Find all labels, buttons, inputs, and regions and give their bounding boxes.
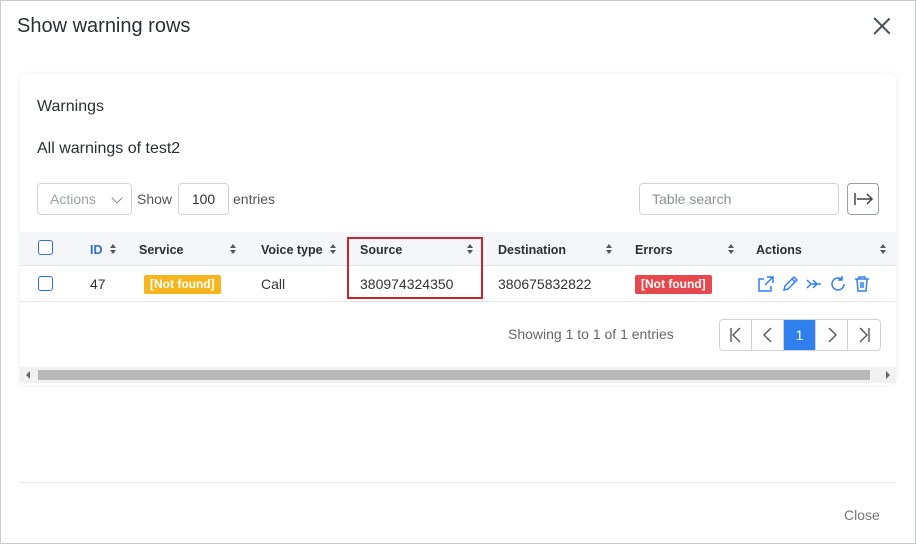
next-page-button[interactable] [816,320,848,350]
horizontal-scrollbar[interactable] [20,367,896,383]
column-header-voice-type[interactable]: Voice type [261,243,323,257]
sort-icon[interactable] [110,244,117,255]
errors-not-found-badge: [Not found] [635,275,712,294]
cell-voice-type: Call [261,276,286,292]
actions-dropdown[interactable]: Actions [37,183,132,215]
warning-rows-modal: Show warning rows Warnings All warnings … [0,0,916,544]
column-header-service[interactable]: Service [139,243,183,257]
card-title: Warnings [37,98,104,115]
show-label: Show [137,191,173,207]
chevron-right-icon [828,327,837,343]
sort-icon[interactable] [728,244,735,255]
merge-arrows-icon[interactable] [805,275,823,293]
close-icon[interactable] [871,15,893,37]
scrollbar-thumb[interactable] [38,370,870,380]
footer-divider [20,482,896,483]
table-search-input[interactable]: Table search [639,183,839,215]
sort-icon[interactable] [230,244,237,255]
modal-title: Show warning rows [17,15,191,37]
showing-entries-text: Showing 1 to 1 of 1 entries [508,326,674,342]
entries-label: entries [233,191,276,207]
card-subtitle: All warnings of test2 [37,140,181,157]
column-header-errors[interactable]: Errors [635,243,673,257]
pencil-icon[interactable] [781,275,799,293]
page-button-current[interactable]: 1 [784,320,816,350]
external-link-icon[interactable] [757,275,775,293]
warnings-card: Warnings All warnings of test2 Actions S… [20,74,896,385]
column-header-destination[interactable]: Destination [498,243,566,257]
first-page-icon [730,327,741,343]
source-column-highlight [347,237,483,299]
chevron-left-icon [763,327,772,343]
entries-per-page-input[interactable]: 100 [178,183,229,215]
export-button[interactable] [847,183,879,215]
close-button[interactable]: Close [844,507,880,523]
refresh-icon[interactable] [829,275,847,293]
sort-icon[interactable] [606,244,613,255]
row-checkbox[interactable] [38,276,53,291]
service-not-found-badge: [Not found] [144,275,221,294]
sort-icon[interactable] [330,244,337,255]
column-header-id[interactable]: ID [90,243,103,257]
cell-id: 47 [90,276,106,292]
cell-destination: 380675832822 [498,276,592,292]
sort-icon[interactable] [880,244,887,255]
previous-page-button[interactable] [752,320,784,350]
column-header-actions[interactable]: Actions [756,243,802,257]
select-all-checkbox[interactable] [38,240,53,255]
chevron-down-icon [111,192,123,204]
scroll-left-icon[interactable] [26,371,30,379]
pagination: 1 [719,319,881,351]
trash-icon[interactable] [853,275,871,293]
first-page-button[interactable] [720,320,752,350]
last-page-button[interactable] [848,320,880,350]
scroll-right-icon[interactable] [886,371,890,379]
export-arrow-icon [854,193,874,205]
last-page-icon [859,327,870,343]
actions-dropdown-label: Actions [50,191,96,207]
